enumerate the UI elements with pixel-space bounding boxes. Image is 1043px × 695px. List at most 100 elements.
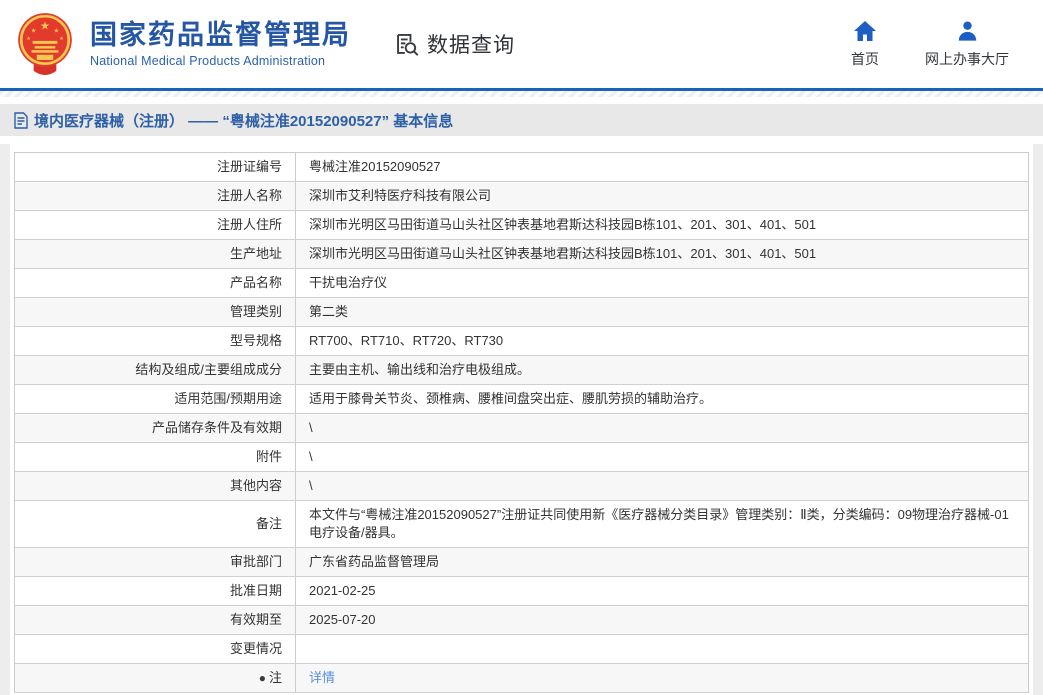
row-label-text: 注 bbox=[269, 669, 282, 687]
page-title: 境内医疗器械（注册） —— “粤械注准20152090527” 基本信息 bbox=[34, 110, 453, 131]
table-row: 结构及组成/主要组成成分主要由主机、输出线和治疗电极组成。 bbox=[15, 356, 1028, 385]
home-icon bbox=[853, 20, 877, 42]
row-label-text: 附件 bbox=[256, 448, 282, 466]
table-row: 注册人住所深圳市光明区马田街道马山头社区钟表基地君斯达科技园B栋101、201、… bbox=[15, 211, 1028, 240]
row-value: 主要由主机、输出线和治疗电极组成。 bbox=[295, 356, 1028, 384]
data-query-label: 数据查询 bbox=[427, 29, 515, 59]
table-row: ●注 详情 bbox=[15, 664, 1028, 693]
svg-text:★: ★ bbox=[59, 36, 64, 42]
row-label: 附件 bbox=[15, 443, 295, 471]
row-label-text: 有效期至 bbox=[230, 611, 282, 629]
row-label: 注册人名称 bbox=[15, 182, 295, 210]
site-header: ★ ★ ★ ★ ★ 国家药品监督管理局 National Medical Pro… bbox=[0, 0, 1043, 88]
table-row: 审批部门广东省药品监督管理局 bbox=[15, 548, 1028, 577]
row-label-text: 型号规格 bbox=[230, 332, 282, 350]
document-icon bbox=[14, 112, 28, 129]
note-dot-icon: ● bbox=[259, 672, 266, 684]
table-row: 产品名称干扰电治疗仪 bbox=[15, 269, 1028, 298]
row-value: \ bbox=[295, 443, 1028, 471]
row-value bbox=[295, 635, 1028, 663]
table-row: 型号规格 RT700、RT710、RT720、RT730 bbox=[15, 327, 1028, 356]
org-name-cn: 国家药品监督管理局 bbox=[90, 20, 351, 51]
row-label: 管理类别 bbox=[15, 298, 295, 326]
content-area: 注册证编号粤械注准20152090527注册人名称深圳市艾利特医疗科技有限公司注… bbox=[0, 144, 1043, 695]
row-value: 干扰电治疗仪 bbox=[295, 269, 1028, 297]
row-value: 深圳市光明区马田街道马山头社区钟表基地君斯达科技园B栋101、201、301、4… bbox=[295, 240, 1028, 268]
row-value: 本文件与“粤械注准20152090527”注册证共同使用新《医疗器械分类目录》管… bbox=[295, 501, 1028, 547]
data-query-icon bbox=[393, 31, 420, 58]
row-label-text: 注册证编号 bbox=[217, 158, 282, 176]
nav-service-hall[interactable]: 网上办事大厅 bbox=[925, 20, 1009, 69]
detail-link[interactable]: 详情 bbox=[309, 669, 335, 687]
row-label-text: 结构及组成/主要组成成分 bbox=[135, 361, 282, 379]
row-value: 适用于膝骨关节炎、颈椎病、腰椎间盘突出症、腰肌劳损的辅助治疗。 bbox=[295, 385, 1028, 413]
row-label: 型号规格 bbox=[15, 327, 295, 355]
table-row: 其他内容 \ bbox=[15, 472, 1028, 501]
org-name-en: National Medical Products Administration bbox=[90, 54, 351, 68]
brand-text: 国家药品监督管理局 National Medical Products Admi… bbox=[90, 20, 351, 68]
row-label: 变更情况 bbox=[15, 635, 295, 663]
row-label: 产品储存条件及有效期 bbox=[15, 414, 295, 442]
brand: ★ ★ ★ ★ ★ 国家药品监督管理局 National Medical Pro… bbox=[14, 11, 351, 77]
row-value: 第二类 bbox=[295, 298, 1028, 326]
row-value: 详情 bbox=[295, 664, 1028, 692]
row-value: 深圳市光明区马田街道马山头社区钟表基地君斯达科技园B栋101、201、301、4… bbox=[295, 211, 1028, 239]
table-row: 管理类别第二类 bbox=[15, 298, 1028, 327]
content-panel: 注册证编号粤械注准20152090527注册人名称深圳市艾利特医疗科技有限公司注… bbox=[10, 144, 1033, 695]
table-row: 备注本文件与“粤械注准20152090527”注册证共同使用新《医疗器械分类目录… bbox=[15, 501, 1028, 548]
row-value: \ bbox=[295, 414, 1028, 442]
row-value: 广东省药品监督管理局 bbox=[295, 548, 1028, 576]
svg-text:★: ★ bbox=[31, 28, 37, 35]
row-label-text: 适用范围/预期用途 bbox=[174, 390, 282, 408]
row-value: \ bbox=[295, 472, 1028, 500]
table-row: 生产地址深圳市光明区马田街道马山头社区钟表基地君斯达科技园B栋101、201、3… bbox=[15, 240, 1028, 269]
row-label: 注册人住所 bbox=[15, 211, 295, 239]
table-row: 变更情况 bbox=[15, 635, 1028, 664]
page-title-bar: 境内医疗器械（注册） —— “粤械注准20152090527” 基本信息 bbox=[0, 104, 1043, 136]
table-row: 产品储存条件及有效期 \ bbox=[15, 414, 1028, 443]
nav-home[interactable]: 首页 bbox=[851, 20, 879, 69]
table-row: 附件 \ bbox=[15, 443, 1028, 472]
row-label-text: 变更情况 bbox=[230, 640, 282, 658]
row-label-text: 审批部门 bbox=[230, 553, 282, 571]
row-label: 其他内容 bbox=[15, 472, 295, 500]
table-row: 注册证编号粤械注准20152090527 bbox=[15, 153, 1028, 182]
row-label-text: 注册人住所 bbox=[217, 216, 282, 234]
row-label-text: 产品储存条件及有效期 bbox=[152, 419, 282, 437]
row-value: 粤械注准20152090527 bbox=[295, 153, 1028, 181]
row-label: 批准日期 bbox=[15, 577, 295, 605]
top-nav: 首页 网上办事大厅 bbox=[851, 20, 1023, 69]
user-icon bbox=[956, 20, 979, 42]
row-label: 备注 bbox=[15, 501, 295, 547]
row-label-text: 产品名称 bbox=[230, 274, 282, 292]
row-label: 有效期至 bbox=[15, 606, 295, 634]
row-label-text: 备注 bbox=[256, 515, 282, 533]
info-table: 注册证编号粤械注准20152090527注册人名称深圳市艾利特医疗科技有限公司注… bbox=[14, 152, 1029, 693]
row-label-text: 其他内容 bbox=[230, 477, 282, 495]
table-row: 批准日期 2021-02-25 bbox=[15, 577, 1028, 606]
row-label: 审批部门 bbox=[15, 548, 295, 576]
svg-text:★: ★ bbox=[40, 21, 50, 33]
row-label-text: 管理类别 bbox=[230, 303, 282, 321]
row-value: RT700、RT710、RT720、RT730 bbox=[295, 327, 1028, 355]
nav-home-label: 首页 bbox=[851, 49, 879, 69]
table-row: 有效期至 2025-07-20 bbox=[15, 606, 1028, 635]
row-label-text: 批准日期 bbox=[230, 582, 282, 600]
row-label: 注册证编号 bbox=[15, 153, 295, 181]
svg-text:★: ★ bbox=[54, 28, 60, 35]
row-value: 深圳市艾利特医疗科技有限公司 bbox=[295, 182, 1028, 210]
row-label: 结构及组成/主要组成成分 bbox=[15, 356, 295, 384]
row-value: 2021-02-25 bbox=[295, 577, 1028, 605]
row-label-text: 生产地址 bbox=[230, 245, 282, 263]
svg-text:★: ★ bbox=[26, 36, 31, 42]
nav-service-hall-label: 网上办事大厅 bbox=[925, 49, 1009, 69]
row-label-text: 注册人名称 bbox=[217, 187, 282, 205]
row-label: 产品名称 bbox=[15, 269, 295, 297]
row-label: 适用范围/预期用途 bbox=[15, 385, 295, 413]
row-value: 2025-07-20 bbox=[295, 606, 1028, 634]
table-row: 适用范围/预期用途适用于膝骨关节炎、颈椎病、腰椎间盘突出症、腰肌劳损的辅助治疗。 bbox=[15, 385, 1028, 414]
national-emblem-logo: ★ ★ ★ ★ ★ bbox=[14, 11, 76, 77]
table-row: 注册人名称深圳市艾利特医疗科技有限公司 bbox=[15, 182, 1028, 211]
row-label: 生产地址 bbox=[15, 240, 295, 268]
data-query-section[interactable]: 数据查询 bbox=[393, 29, 515, 59]
